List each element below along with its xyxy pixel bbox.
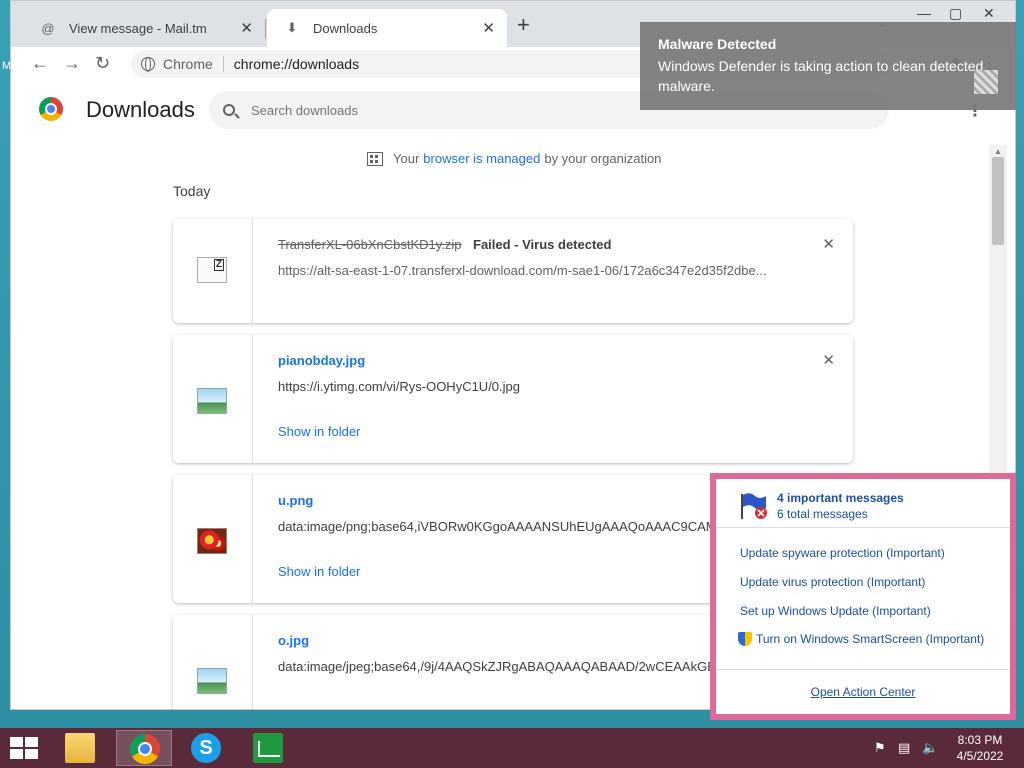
taskbar: S ⚑ ▤ 🔈 8:03 PM 4/5/2022 <box>0 728 1024 768</box>
tab-label: View message - Mail.tm <box>69 20 207 36</box>
at-icon: @ <box>41 20 55 36</box>
image-file-icon <box>197 668 227 694</box>
taskbar-monitor-app[interactable] <box>240 730 296 766</box>
file-icon-column <box>173 335 253 463</box>
remove-item-close-icon[interactable]: ✕ <box>822 351 835 369</box>
important-messages-title[interactable]: 4 important messages <box>777 491 904 505</box>
system-clock[interactable]: 8:03 PM 4/5/2022 <box>946 732 1014 764</box>
managed-suffix: by your organization <box>544 151 662 166</box>
chrome-page-icon <box>141 57 155 72</box>
tab-separator <box>265 19 266 39</box>
windows-logo-pane <box>10 749 23 759</box>
chrome-logo-icon <box>39 97 63 121</box>
search-icon <box>223 104 235 116</box>
message-label: Turn on Windows SmartScreen (Important) <box>756 632 985 646</box>
taskbar-chrome[interactable] <box>116 730 172 766</box>
file-url[interactable]: https://alt-sa-east-1-07.transferxl-down… <box>278 263 808 278</box>
close-window-button[interactable]: ✕ <box>983 5 995 22</box>
message-smartscreen[interactable]: Turn on Windows SmartScreen (Important) <box>738 632 984 646</box>
scroll-up-arrow-icon[interactable]: ▲ <box>994 147 1002 156</box>
png-thumbnail-icon <box>197 528 227 554</box>
maximize-button[interactable]: ▢ <box>949 5 962 22</box>
tab-label: Downloads <box>313 20 378 36</box>
tab-downloads[interactable]: ⬇ Downloads ✕ <box>267 9 507 47</box>
message-windows-update[interactable]: Set up Windows Update (Important) <box>740 604 931 618</box>
monitor-app-icon <box>253 733 283 763</box>
clock-date: 4/5/2022 <box>956 749 1004 763</box>
file-name[interactable]: u.png <box>278 493 313 508</box>
defender-shield-icon <box>974 70 998 94</box>
omnibox-separator <box>222 56 224 72</box>
show-in-folder-link[interactable]: Show in folder <box>278 424 360 439</box>
divider <box>716 669 1010 670</box>
managed-link[interactable]: browser is managed <box>423 151 540 166</box>
remove-item-close-icon[interactable]: ✕ <box>822 235 835 253</box>
scrollbar-thumb[interactable] <box>992 157 1004 245</box>
forward-arrow-icon[interactable]: → <box>63 53 81 74</box>
managed-notice: Your browser is managed by your organiza… <box>367 151 661 166</box>
close-tab-icon[interactable]: ✕ <box>482 19 495 37</box>
new-tab-button[interactable]: + <box>517 14 530 36</box>
file-name[interactable]: o.jpg <box>278 633 309 648</box>
network-tray-icon[interactable]: ▤ <box>898 740 910 756</box>
open-action-center-link[interactable]: Open Action Center <box>716 685 1010 699</box>
download-icon: ⬇ <box>286 20 298 35</box>
windows-logo-pane <box>10 737 23 747</box>
page-title: Downloads <box>86 97 195 122</box>
omnibox-site-label: Chrome <box>163 56 213 72</box>
file-icon-column <box>173 615 253 709</box>
close-tab-icon[interactable]: ✕ <box>240 19 253 37</box>
download-status: Failed - Virus detected <box>473 237 612 252</box>
download-item: Z TransferXL-06bXnCbstKD1y.zip Failed - … <box>173 219 853 323</box>
back-arrow-icon[interactable]: ← <box>31 53 49 74</box>
file-name[interactable]: pianobday.jpg <box>278 353 365 368</box>
desktop: M @ View message - Mail.tm ✕ ⬇ Downloads… <box>0 0 1024 768</box>
file-explorer-icon <box>65 733 95 763</box>
message-update-virus[interactable]: Update virus protection (Important) <box>740 575 925 589</box>
reload-icon[interactable]: ↻ <box>95 53 110 74</box>
chrome-icon <box>130 734 160 764</box>
download-item: pianobday.jpg https://i.ytimg.com/vi/Rys… <box>173 335 853 463</box>
total-messages-count[interactable]: 6 total messages <box>777 507 868 521</box>
malware-toast-notification[interactable]: Malware Detected Windows Defender is tak… <box>640 22 1016 110</box>
clock-time: 8:03 PM <box>957 733 1003 747</box>
action-center-flag-tray-icon[interactable]: ⚑ <box>874 740 886 756</box>
managed-prefix: Your <box>393 151 420 166</box>
tab-mail[interactable]: @ View message - Mail.tm ✕ <box>23 9 265 47</box>
action-center-panel: 4 important messages 6 total messages Up… <box>716 479 1010 714</box>
taskbar-skype[interactable]: S <box>178 730 234 766</box>
skype-icon: S <box>191 733 221 763</box>
divider <box>716 527 1010 528</box>
volume-muted-tray-icon[interactable]: 🔈 <box>922 740 938 756</box>
taskbar-file-explorer[interactable] <box>52 730 108 766</box>
windows-logo-pane <box>25 749 38 759</box>
action-center-flag-icon <box>741 493 767 519</box>
uac-shield-icon <box>738 632 752 646</box>
date-section-heading: Today <box>173 183 211 199</box>
show-in-folder-link[interactable]: Show in folder <box>278 564 360 579</box>
building-icon <box>367 151 383 166</box>
file-url[interactable]: https://i.ytimg.com/vi/Rys-OOHyC1U/0.jpg <box>278 379 808 394</box>
toast-title: Malware Detected <box>658 36 777 52</box>
message-update-spyware[interactable]: Update spyware protection (Important) <box>740 546 945 560</box>
file-icon-column: Z <box>173 219 253 323</box>
zip-file-icon: Z <box>197 257 227 283</box>
toast-body: Windows Defender is taking action to cle… <box>658 58 984 94</box>
minimize-button[interactable]: — <box>917 5 931 21</box>
file-icon-column <box>173 475 253 603</box>
image-file-icon <box>197 388 227 414</box>
start-button[interactable] <box>10 737 38 759</box>
omnibox-url[interactable]: chrome://downloads <box>234 56 359 72</box>
windows-logo-pane <box>25 737 38 747</box>
action-center-popup: 4 important messages 6 total messages Up… <box>710 473 1016 720</box>
file-name: TransferXL-06bXnCbstKD1y.zip <box>278 237 462 252</box>
